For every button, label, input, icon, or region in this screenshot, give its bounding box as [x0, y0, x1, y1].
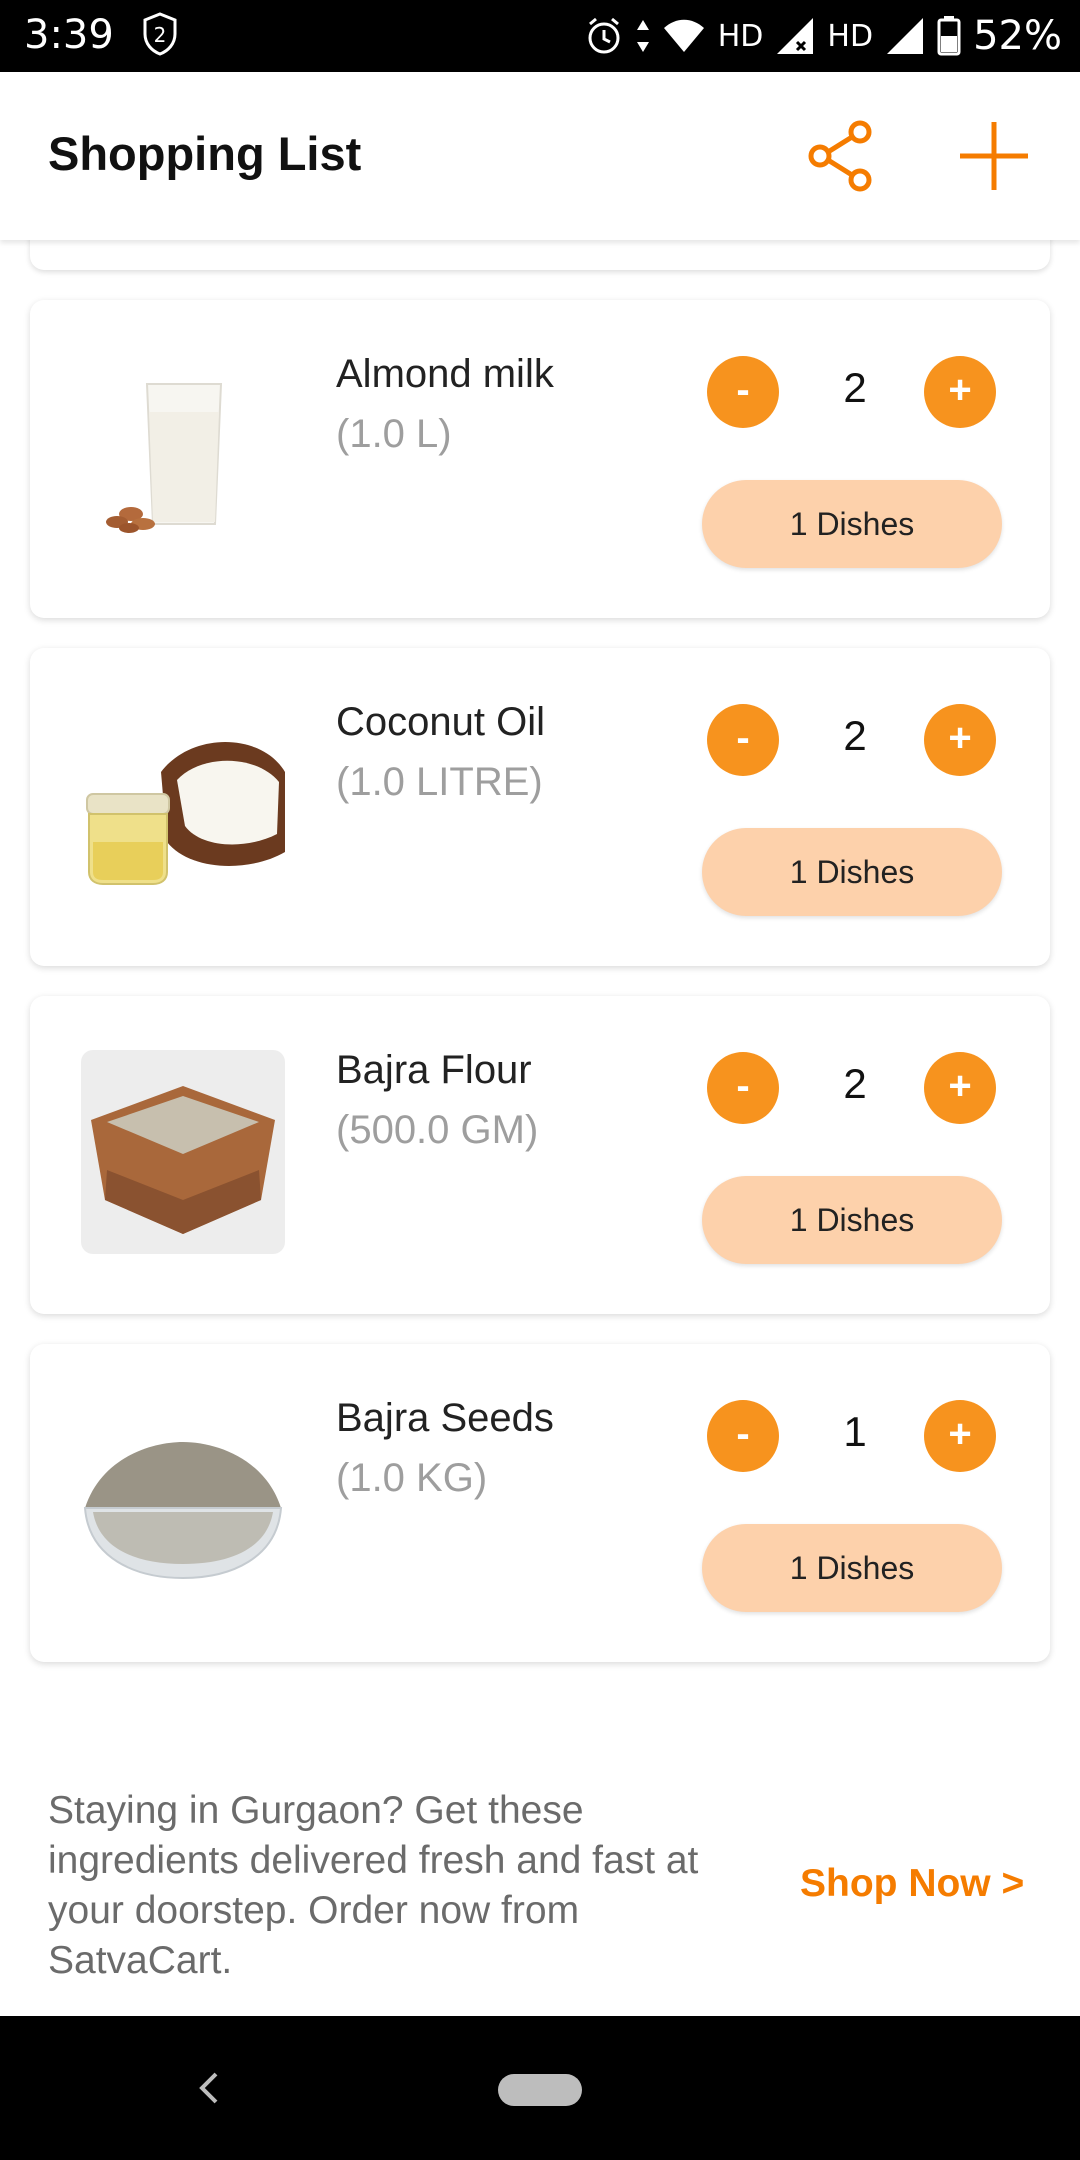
- navigation-bar: [0, 2016, 1080, 2160]
- bajra-flour-image: [81, 1050, 285, 1254]
- increment-button[interactable]: +: [924, 356, 996, 428]
- increment-button[interactable]: +: [924, 704, 996, 776]
- coconut-oil-image: [81, 702, 285, 906]
- wifi-icon: [663, 19, 704, 52]
- notification-badge-icon: 2: [143, 12, 177, 56]
- share-icon[interactable]: [804, 118, 880, 194]
- item-quantity-unit: (1.0 KG): [336, 1456, 488, 1500]
- item-count: 2: [843, 1060, 867, 1107]
- decrement-button[interactable]: -: [707, 1400, 779, 1472]
- item-quantity-unit: (500.0 GM): [336, 1108, 539, 1152]
- item-quantity-unit: (1.0 L): [336, 412, 452, 456]
- data-arrows-icon: [636, 20, 649, 52]
- increment-button[interactable]: +: [924, 1052, 996, 1124]
- decrement-button[interactable]: -: [707, 704, 779, 776]
- status-bar: 3:39 2 HD HD 52%: [0, 0, 1080, 72]
- signal-icon-2: [887, 18, 924, 54]
- item-count: 2: [843, 364, 867, 411]
- shop-now-link[interactable]: Shop Now >: [800, 1862, 1024, 1906]
- dishes-button[interactable]: 1 Dishes: [702, 480, 1002, 568]
- notification-badge-count: 2: [154, 23, 167, 47]
- home-pill-button[interactable]: [498, 2074, 582, 2106]
- item-count: 2: [843, 712, 867, 759]
- bajra-seeds-image: [81, 1398, 285, 1602]
- app-bar: Shopping List: [0, 72, 1080, 240]
- promo-text: Staying in Gurgaon? Get these ingredient…: [48, 1789, 699, 1982]
- dishes-button[interactable]: 1 Dishes: [702, 1524, 1002, 1612]
- hd-label-2: HD: [827, 18, 874, 54]
- back-icon[interactable]: [190, 2064, 226, 2112]
- increment-button[interactable]: +: [924, 1400, 996, 1472]
- plus-icon[interactable]: [954, 116, 1034, 196]
- list-item: Bajra Flour (500.0 GM) - 2 + 1 Dishes: [30, 996, 1050, 1314]
- list-item: Bajra Seeds (1.0 KG) - 1 + 1 Dishes: [30, 1344, 1050, 1662]
- alarm-icon: [588, 17, 620, 54]
- list-item: Almond milk (1.0 L) - 2 + 1 Dishes: [30, 300, 1050, 618]
- status-time: 3:39: [24, 12, 114, 58]
- battery-icon: [937, 16, 961, 56]
- item-name: Coconut Oil: [336, 700, 545, 744]
- dishes-button[interactable]: 1 Dishes: [702, 828, 1002, 916]
- hd-label: HD: [717, 18, 764, 54]
- almond-milk-image: [81, 354, 285, 558]
- list-item: Coconut Oil (1.0 LITRE) - 2 + 1 Dishes: [30, 648, 1050, 966]
- decrement-button[interactable]: -: [707, 356, 779, 428]
- decrement-button[interactable]: -: [707, 1052, 779, 1124]
- dishes-button[interactable]: 1 Dishes: [702, 1176, 1002, 1264]
- page-title: Shopping List: [48, 127, 362, 180]
- item-name: Almond milk: [336, 352, 554, 396]
- signal-icon: [777, 18, 814, 54]
- item-count: 1: [843, 1408, 867, 1455]
- item-name: Bajra Seeds: [336, 1396, 554, 1440]
- item-quantity-unit: (1.0 LITRE): [336, 760, 543, 804]
- item-name: Bajra Flour: [336, 1048, 532, 1092]
- battery-percent: 52%: [973, 13, 1062, 59]
